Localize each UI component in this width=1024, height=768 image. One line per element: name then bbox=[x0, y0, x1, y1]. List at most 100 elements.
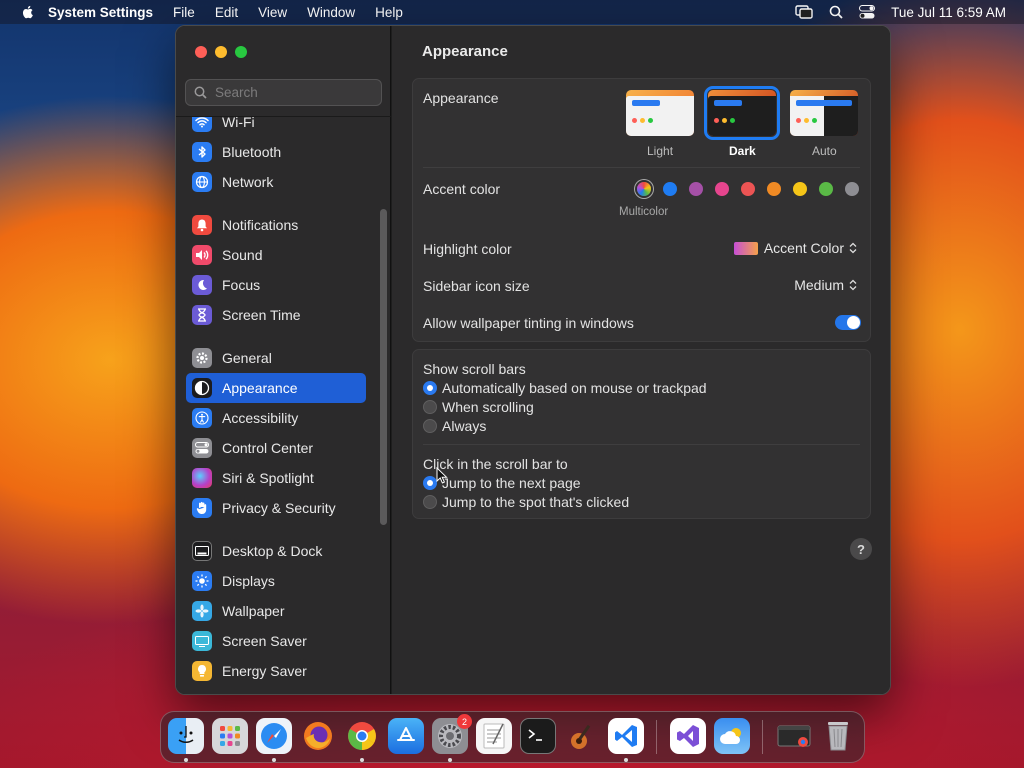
appearance-dark-option[interactable] bbox=[704, 86, 780, 140]
appearance-settings-group: Appearance Light Dark Auto Accent color … bbox=[412, 78, 871, 342]
sidebar-item-label: Desktop & Dock bbox=[222, 543, 323, 559]
sidebar-item-wifi[interactable]: Wi-Fi bbox=[186, 117, 366, 137]
minimize-button[interactable] bbox=[215, 46, 227, 58]
sidebar-item-screen-saver[interactable]: Screen Saver bbox=[186, 626, 366, 656]
speaker-icon bbox=[192, 245, 212, 265]
appearance-light-label: Light bbox=[647, 144, 674, 158]
click-next-page-radio[interactable] bbox=[423, 476, 437, 490]
sidebar-item-control-center[interactable]: Control Center bbox=[186, 433, 366, 463]
safari-icon[interactable] bbox=[256, 718, 292, 754]
sidebar-item-siri-spotlight[interactable]: Siri & Spotlight bbox=[186, 463, 366, 493]
menubar-clock[interactable]: Tue Jul 11 6:59 AM bbox=[891, 5, 1006, 20]
trash-icon[interactable] bbox=[820, 718, 856, 754]
sidebar-item-sound[interactable]: Sound bbox=[186, 240, 366, 270]
sidebar-item-label: Screen Time bbox=[222, 307, 301, 323]
screen-mirroring-icon[interactable] bbox=[795, 5, 813, 19]
vscode-icon[interactable] bbox=[608, 718, 644, 754]
click-spot-radio[interactable] bbox=[423, 495, 437, 509]
accent-green-swatch[interactable] bbox=[819, 182, 833, 196]
scroll-bars-when-scrolling-radio[interactable] bbox=[423, 400, 437, 414]
running-indicator bbox=[360, 758, 364, 762]
spotlight-search-icon[interactable] bbox=[829, 5, 843, 19]
system-settings-window: Search Wi-Fi Bluetooth Network Notificat… bbox=[175, 25, 891, 695]
sidebar-item-accessibility[interactable]: Accessibility bbox=[186, 403, 366, 433]
menu-app-name[interactable]: System Settings bbox=[48, 5, 153, 20]
finder-icon[interactable] bbox=[168, 718, 204, 754]
scroll-bars-always-radio[interactable] bbox=[423, 419, 437, 433]
appearance-dark-label: Dark bbox=[729, 144, 756, 158]
system-settings-dock-icon[interactable]: 2 bbox=[432, 714, 472, 754]
menu-bar: System Settings File Edit View Window He… bbox=[0, 0, 1024, 24]
sidebar-item-label: Network bbox=[222, 174, 274, 190]
launchpad-icon[interactable] bbox=[212, 718, 248, 754]
hand-icon bbox=[192, 498, 212, 518]
accent-yellow-swatch[interactable] bbox=[793, 182, 807, 196]
accent-purple-swatch[interactable] bbox=[689, 182, 703, 196]
chrome-icon[interactable] bbox=[344, 718, 380, 754]
sidebar-scrollbar[interactable] bbox=[380, 209, 387, 525]
menu-edit[interactable]: Edit bbox=[215, 5, 238, 20]
accent-red-swatch[interactable] bbox=[741, 182, 755, 196]
sidebar-item-energy-saver[interactable]: Energy Saver bbox=[186, 656, 366, 686]
click-spot-label: Jump to the spot that's clicked bbox=[442, 494, 630, 510]
sidebar-item-wallpaper[interactable]: Wallpaper bbox=[186, 596, 366, 626]
visual-studio-icon[interactable] bbox=[670, 718, 706, 754]
divider bbox=[423, 167, 860, 168]
sidebar-item-privacy-security[interactable]: Privacy & Security bbox=[186, 493, 366, 523]
menu-window[interactable]: Window bbox=[307, 5, 355, 20]
running-indicator bbox=[272, 758, 276, 762]
zoom-button[interactable] bbox=[235, 46, 247, 58]
app-store-icon[interactable] bbox=[388, 718, 424, 754]
highlight-color-label: Highlight color bbox=[423, 241, 512, 257]
appearance-auto-label: Auto bbox=[812, 144, 837, 158]
help-button[interactable]: ? bbox=[850, 538, 872, 560]
terminal-icon[interactable] bbox=[520, 718, 556, 754]
running-indicator bbox=[448, 758, 452, 762]
menubar-extras: Tue Jul 11 6:59 AM bbox=[779, 0, 1006, 24]
accent-graphite-swatch[interactable] bbox=[845, 182, 859, 196]
sidebar-icon-size-popup[interactable]: Medium bbox=[794, 277, 858, 293]
running-indicator bbox=[184, 758, 188, 762]
control-center-icon[interactable] bbox=[859, 5, 876, 19]
menu-help[interactable]: Help bbox=[375, 5, 403, 20]
sidebar-item-label: Wallpaper bbox=[222, 603, 285, 619]
wifi-icon bbox=[192, 117, 212, 132]
recent-window-icon[interactable] bbox=[776, 718, 812, 754]
search-input[interactable]: Search bbox=[185, 79, 382, 106]
appearance-auto-option[interactable] bbox=[790, 90, 858, 136]
menu-view[interactable]: View bbox=[258, 5, 287, 20]
close-button[interactable] bbox=[195, 46, 207, 58]
sidebar-item-displays[interactable]: Displays bbox=[186, 566, 366, 596]
textedit-icon[interactable] bbox=[476, 718, 512, 754]
menu-file[interactable]: File bbox=[173, 5, 195, 20]
sidebar-item-notifications[interactable]: Notifications bbox=[186, 210, 366, 240]
wallpaper-icon bbox=[192, 601, 212, 621]
sidebar-item-desktop-dock[interactable]: Desktop & Dock bbox=[186, 536, 366, 566]
sidebar-item-screen-time[interactable]: Screen Time bbox=[186, 300, 366, 330]
appearance-light-option[interactable] bbox=[626, 90, 694, 136]
scroll-bars-auto-radio[interactable] bbox=[423, 381, 437, 395]
highlight-swatch bbox=[733, 241, 758, 255]
accent-orange-swatch[interactable] bbox=[767, 182, 781, 196]
accent-pink-swatch[interactable] bbox=[715, 182, 729, 196]
wallpaper-tinting-toggle[interactable] bbox=[835, 315, 861, 330]
accent-selected-caption: Multicolor bbox=[619, 206, 669, 218]
sidebar-item-label: Focus bbox=[222, 277, 261, 293]
sidebar-item-label: Control Center bbox=[222, 440, 314, 456]
apple-logo-icon[interactable] bbox=[20, 4, 36, 20]
hourglass-icon bbox=[192, 305, 212, 325]
accent-multicolor-swatch[interactable] bbox=[637, 182, 651, 196]
sidebar-item-appearance[interactable]: Appearance bbox=[186, 373, 366, 403]
accent-blue-swatch[interactable] bbox=[663, 182, 677, 196]
firefox-icon[interactable] bbox=[300, 718, 336, 754]
sidebar-item-label: Notifications bbox=[222, 217, 299, 233]
sidebar-item-network[interactable]: Network bbox=[186, 167, 366, 197]
sidebar-item-general[interactable]: General bbox=[186, 343, 366, 373]
sidebar-item-bluetooth[interactable]: Bluetooth bbox=[186, 137, 366, 167]
accessibility-icon bbox=[192, 408, 212, 428]
highlight-color-popup[interactable]: Accent Color bbox=[733, 240, 858, 256]
sidebar-item-focus[interactable]: Focus bbox=[186, 270, 366, 300]
weather-icon[interactable] bbox=[714, 718, 750, 754]
bluetooth-icon bbox=[192, 142, 212, 162]
garageband-icon[interactable] bbox=[564, 718, 600, 754]
